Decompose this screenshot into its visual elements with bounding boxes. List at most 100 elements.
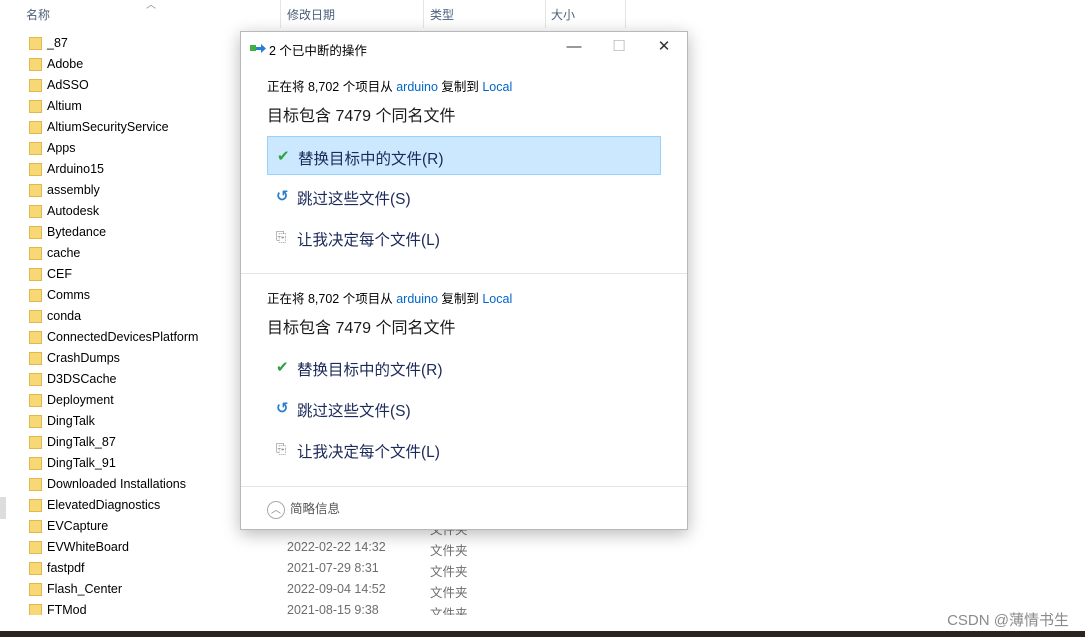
- file-name: ElevatedDiagnostics: [47, 498, 161, 512]
- file-name: CrashDumps: [47, 351, 120, 365]
- folder-icon: [29, 520, 42, 533]
- info-prefix: 正在将 8,702 个项目从: [267, 292, 397, 306]
- file-name: _87: [47, 36, 68, 50]
- option-check[interactable]: ✔ 替换目标中的文件(R): [267, 136, 661, 175]
- column-divider[interactable]: [545, 0, 546, 28]
- file-name: Autodesk: [47, 204, 100, 218]
- file-modified: 2022-09-04 14:52: [287, 582, 386, 596]
- folder-icon: [29, 478, 42, 491]
- folder-icon: [29, 331, 42, 344]
- compare-files-icon: ⎘: [276, 441, 287, 456]
- file-name: Flash_Center: [47, 582, 123, 596]
- file-name: Comms: [47, 288, 91, 302]
- check-icon: ✔: [277, 148, 290, 165]
- conflict-heading: 目标包含 7479 个同名文件: [267, 108, 456, 125]
- folder-icon: [29, 352, 42, 365]
- column-divider[interactable]: [423, 0, 424, 28]
- compare-files-icon: ⎘: [276, 229, 287, 244]
- folder-icon: [29, 226, 42, 239]
- folder-icon: [29, 373, 42, 386]
- file-name: DingTalk_91: [47, 456, 116, 470]
- minimize-button[interactable]: —: [559, 36, 589, 58]
- folder-icon: [29, 184, 42, 197]
- file-name: Downloaded Installations: [47, 477, 186, 491]
- info-middle: 复制到: [437, 292, 483, 306]
- option-compare-files[interactable]: ⎘ 让我决定每个文件(L): [267, 218, 661, 257]
- source-link[interactable]: arduino: [396, 292, 438, 306]
- option-label: 让我决定每个文件(L): [297, 232, 440, 249]
- divider: [241, 486, 687, 487]
- file-type: 文件夹: [430, 586, 468, 600]
- file-row[interactable]: FTMod 2021-08-15 9:38 文件夹: [0, 600, 640, 615]
- column-name[interactable]: 名称: [26, 6, 50, 23]
- conflict-heading: 目标包含 7479 个同名文件: [267, 320, 456, 337]
- info-middle: 复制到: [437, 80, 483, 94]
- folder-icon: [29, 289, 42, 302]
- column-header: 名称 ︿ 修改日期 类型 大小: [0, 0, 626, 28]
- file-type: 文件夹: [430, 544, 468, 558]
- option-label: 跳过这些文件(S): [297, 403, 411, 420]
- option-label: 替换目标中的文件(R): [298, 151, 444, 168]
- file-name: assembly: [47, 183, 100, 197]
- info-prefix: 正在将 8,702 个项目从: [267, 80, 397, 94]
- maximize-button: ☐: [612, 38, 626, 55]
- file-modified: 2021-07-29 8:31: [287, 561, 379, 575]
- folder-icon: [29, 541, 42, 554]
- file-name: Deployment: [47, 393, 114, 407]
- option-skip[interactable]: ↺ 跳过这些文件(S): [267, 389, 661, 428]
- folder-icon: [29, 268, 42, 281]
- copy-operation-icon: [250, 44, 266, 53]
- file-row[interactable]: Flash_Center 2022-09-04 14:52 文件夹: [0, 579, 640, 600]
- file-modified: 2022-02-22 14:32: [287, 540, 386, 554]
- file-name: Altium: [47, 99, 82, 113]
- file-type: 文件夹: [430, 607, 468, 615]
- option-compare-files[interactable]: ⎘ 让我决定每个文件(L): [267, 430, 661, 469]
- watermark: CSDN @薄情书生: [947, 612, 1069, 629]
- file-name: DingTalk: [47, 414, 95, 428]
- column-size[interactable]: 大小: [551, 6, 575, 23]
- source-link[interactable]: arduino: [396, 80, 438, 94]
- column-divider[interactable]: [625, 0, 626, 28]
- file-row[interactable]: EVWhiteBoard 2022-02-22 14:32 文件夹: [0, 537, 640, 558]
- option-skip[interactable]: ↺ 跳过这些文件(S): [267, 177, 661, 216]
- file-name: Arduino15: [47, 162, 104, 176]
- folder-icon: [29, 247, 42, 260]
- file-name: Adobe: [47, 57, 84, 71]
- file-name: fastpdf: [47, 561, 85, 575]
- divider: [241, 273, 687, 274]
- option-label: 替换目标中的文件(R): [297, 362, 443, 379]
- option-check[interactable]: ✔ 替换目标中的文件(R): [267, 348, 661, 387]
- file-name: Bytedance: [47, 225, 107, 239]
- column-modified[interactable]: 修改日期: [287, 6, 335, 23]
- file-row[interactable]: fastpdf 2021-07-29 8:31 文件夹: [0, 558, 640, 579]
- folder-icon: [29, 457, 42, 470]
- folder-icon: [29, 499, 42, 512]
- folder-icon: [29, 58, 42, 71]
- file-modified: 2021-08-15 9:38: [287, 603, 379, 615]
- folder-icon: [29, 562, 42, 575]
- column-type[interactable]: 类型: [430, 6, 454, 23]
- check-icon: ✔: [276, 359, 289, 376]
- dialog-title: 2 个已中断的操作: [269, 44, 367, 58]
- file-name: EVWhiteBoard: [47, 540, 129, 554]
- chevron-up-icon: ︿: [267, 500, 285, 519]
- file-name: conda: [47, 309, 82, 323]
- folder-icon: [29, 604, 42, 615]
- operation-info: 正在将 8,702 个项目从 arduino 复制到 Local: [267, 288, 512, 307]
- file-type: 文件夹: [430, 565, 468, 579]
- column-divider[interactable]: [280, 0, 281, 28]
- sort-up-icon: ︿: [146, 0, 156, 11]
- close-button[interactable]: ✕: [649, 36, 679, 58]
- destination-link[interactable]: Local: [482, 80, 512, 94]
- folder-icon: [29, 583, 42, 596]
- skip-icon: ↺: [276, 400, 289, 417]
- nav-pane-edge[interactable]: [0, 497, 6, 519]
- option-label: 跳过这些文件(S): [297, 191, 411, 208]
- file-name: D3DSCache: [47, 372, 117, 386]
- destination-link[interactable]: Local: [482, 292, 512, 306]
- operation-info: 正在将 8,702 个项目从 arduino 复制到 Local: [267, 76, 512, 95]
- folder-icon: [29, 37, 42, 50]
- fewer-details-button[interactable]: ︿ 简略信息: [267, 498, 340, 519]
- file-name: Apps: [47, 141, 76, 155]
- folder-icon: [29, 79, 42, 92]
